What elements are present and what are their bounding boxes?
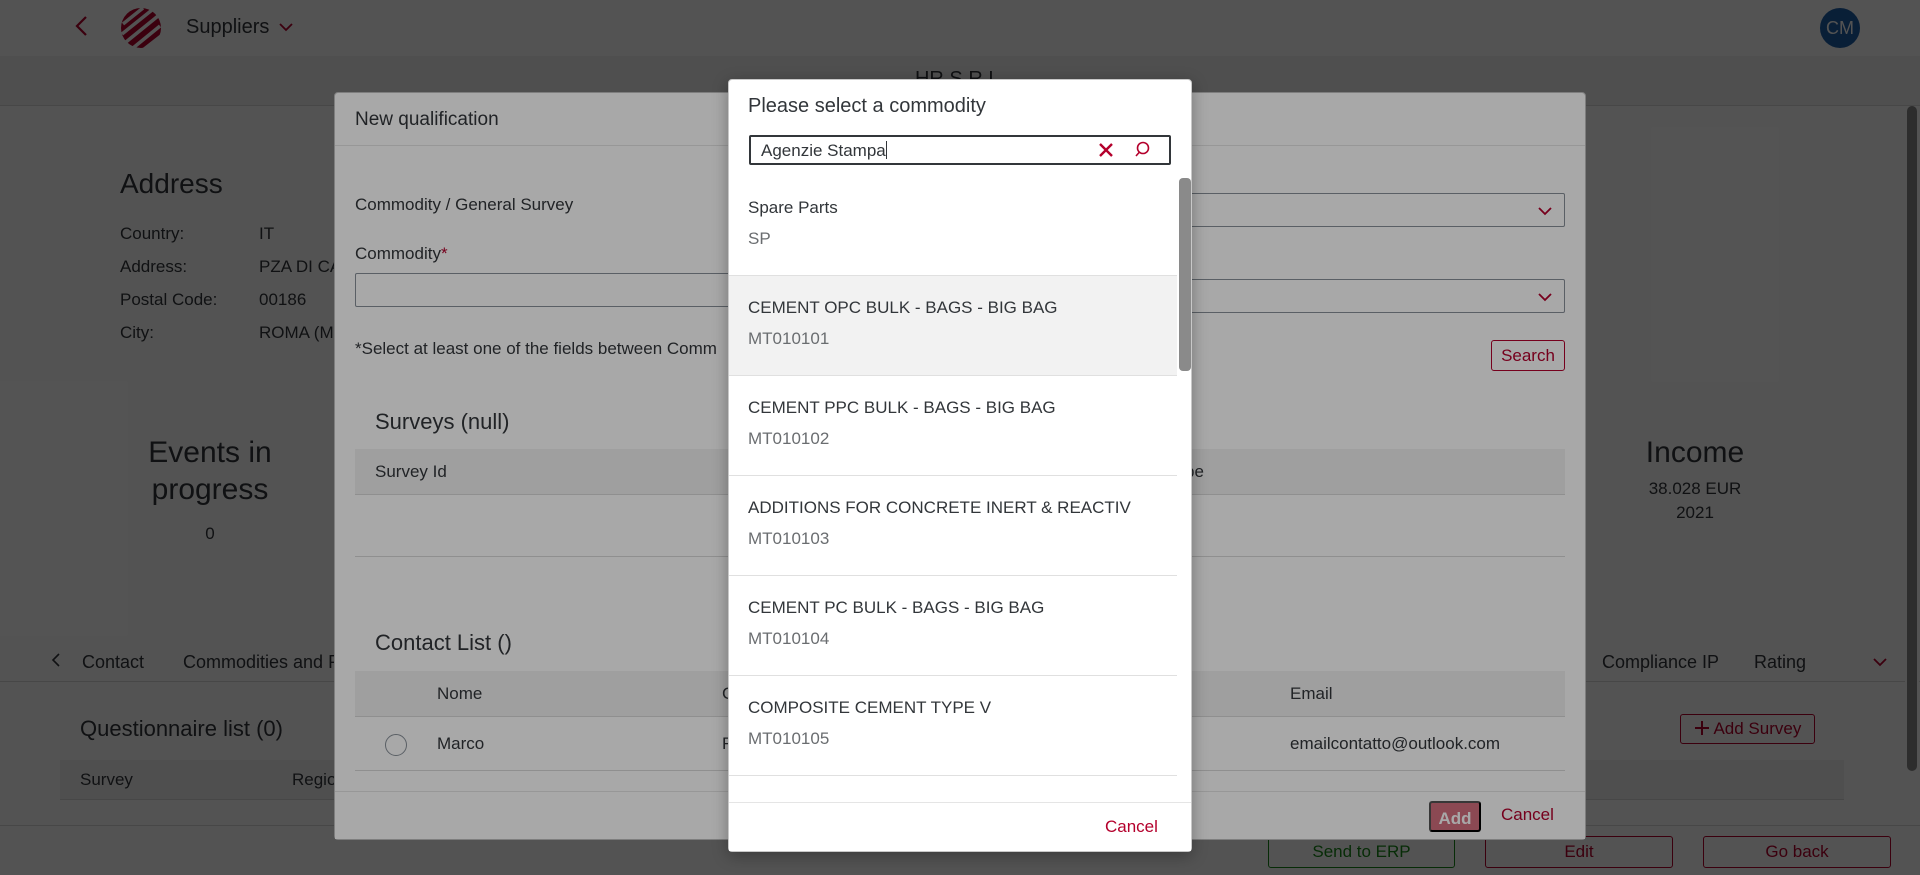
- dialog-footer: Cancel: [729, 802, 1191, 851]
- item-code: MT010104: [748, 629, 830, 648]
- dialog-title: Please select a commodity: [748, 95, 986, 117]
- search-value: Agenzie Stampa: [761, 141, 887, 160]
- item-name: CEMENT OPC BULK - BAGS - BIG BAG: [748, 298, 1058, 317]
- list-scrollbar[interactable]: [1177, 176, 1191, 803]
- item-code: MT010105: [748, 729, 830, 748]
- item-code: MT010102: [748, 429, 830, 448]
- list-item[interactable]: CEMENT OPC BULK - BAGS - BIG BAG MT01010…: [729, 276, 1179, 376]
- commodity-list: Spare Parts SP CEMENT OPC BULK - BAGS - …: [729, 176, 1191, 803]
- list-item[interactable]: ADDITIONS FOR CONCRETE INERT & REACTIV M…: [729, 476, 1179, 576]
- clear-icon[interactable]: [1096, 140, 1116, 160]
- item-name: CEMENT PPC BULK - BAGS - BIG BAG: [748, 398, 1056, 417]
- cancel-button[interactable]: Cancel: [1105, 817, 1158, 837]
- commodity-search-input[interactable]: Agenzie Stampa: [749, 135, 1171, 165]
- list-item[interactable]: Spare Parts SP: [729, 176, 1179, 276]
- list-scrollbar-thumb[interactable]: [1179, 178, 1191, 371]
- item-code: MT010103: [748, 529, 830, 548]
- text-caret: [885, 141, 887, 159]
- search-icon[interactable]: [1135, 141, 1153, 159]
- list-item[interactable]: COMPOSITE CEMENT TYPE V MT010105: [729, 676, 1179, 776]
- item-name: Spare Parts: [748, 198, 838, 217]
- commodity-select-dialog: Please select a commodity Agenzie Stampa…: [728, 79, 1192, 852]
- list-item[interactable]: CEMENT PC BULK - BAGS - BIG BAG MT010104: [729, 576, 1179, 676]
- item-code: SP: [748, 229, 771, 248]
- list-item[interactable]: CEMENT PPC BULK - BAGS - BIG BAG MT01010…: [729, 376, 1179, 476]
- item-name: CEMENT PC BULK - BAGS - BIG BAG: [748, 598, 1045, 617]
- item-name: ADDITIONS FOR CONCRETE INERT & REACTIV: [748, 498, 1131, 517]
- item-name: COMPOSITE CEMENT TYPE V: [748, 698, 992, 717]
- item-code: MT010101: [748, 329, 830, 348]
